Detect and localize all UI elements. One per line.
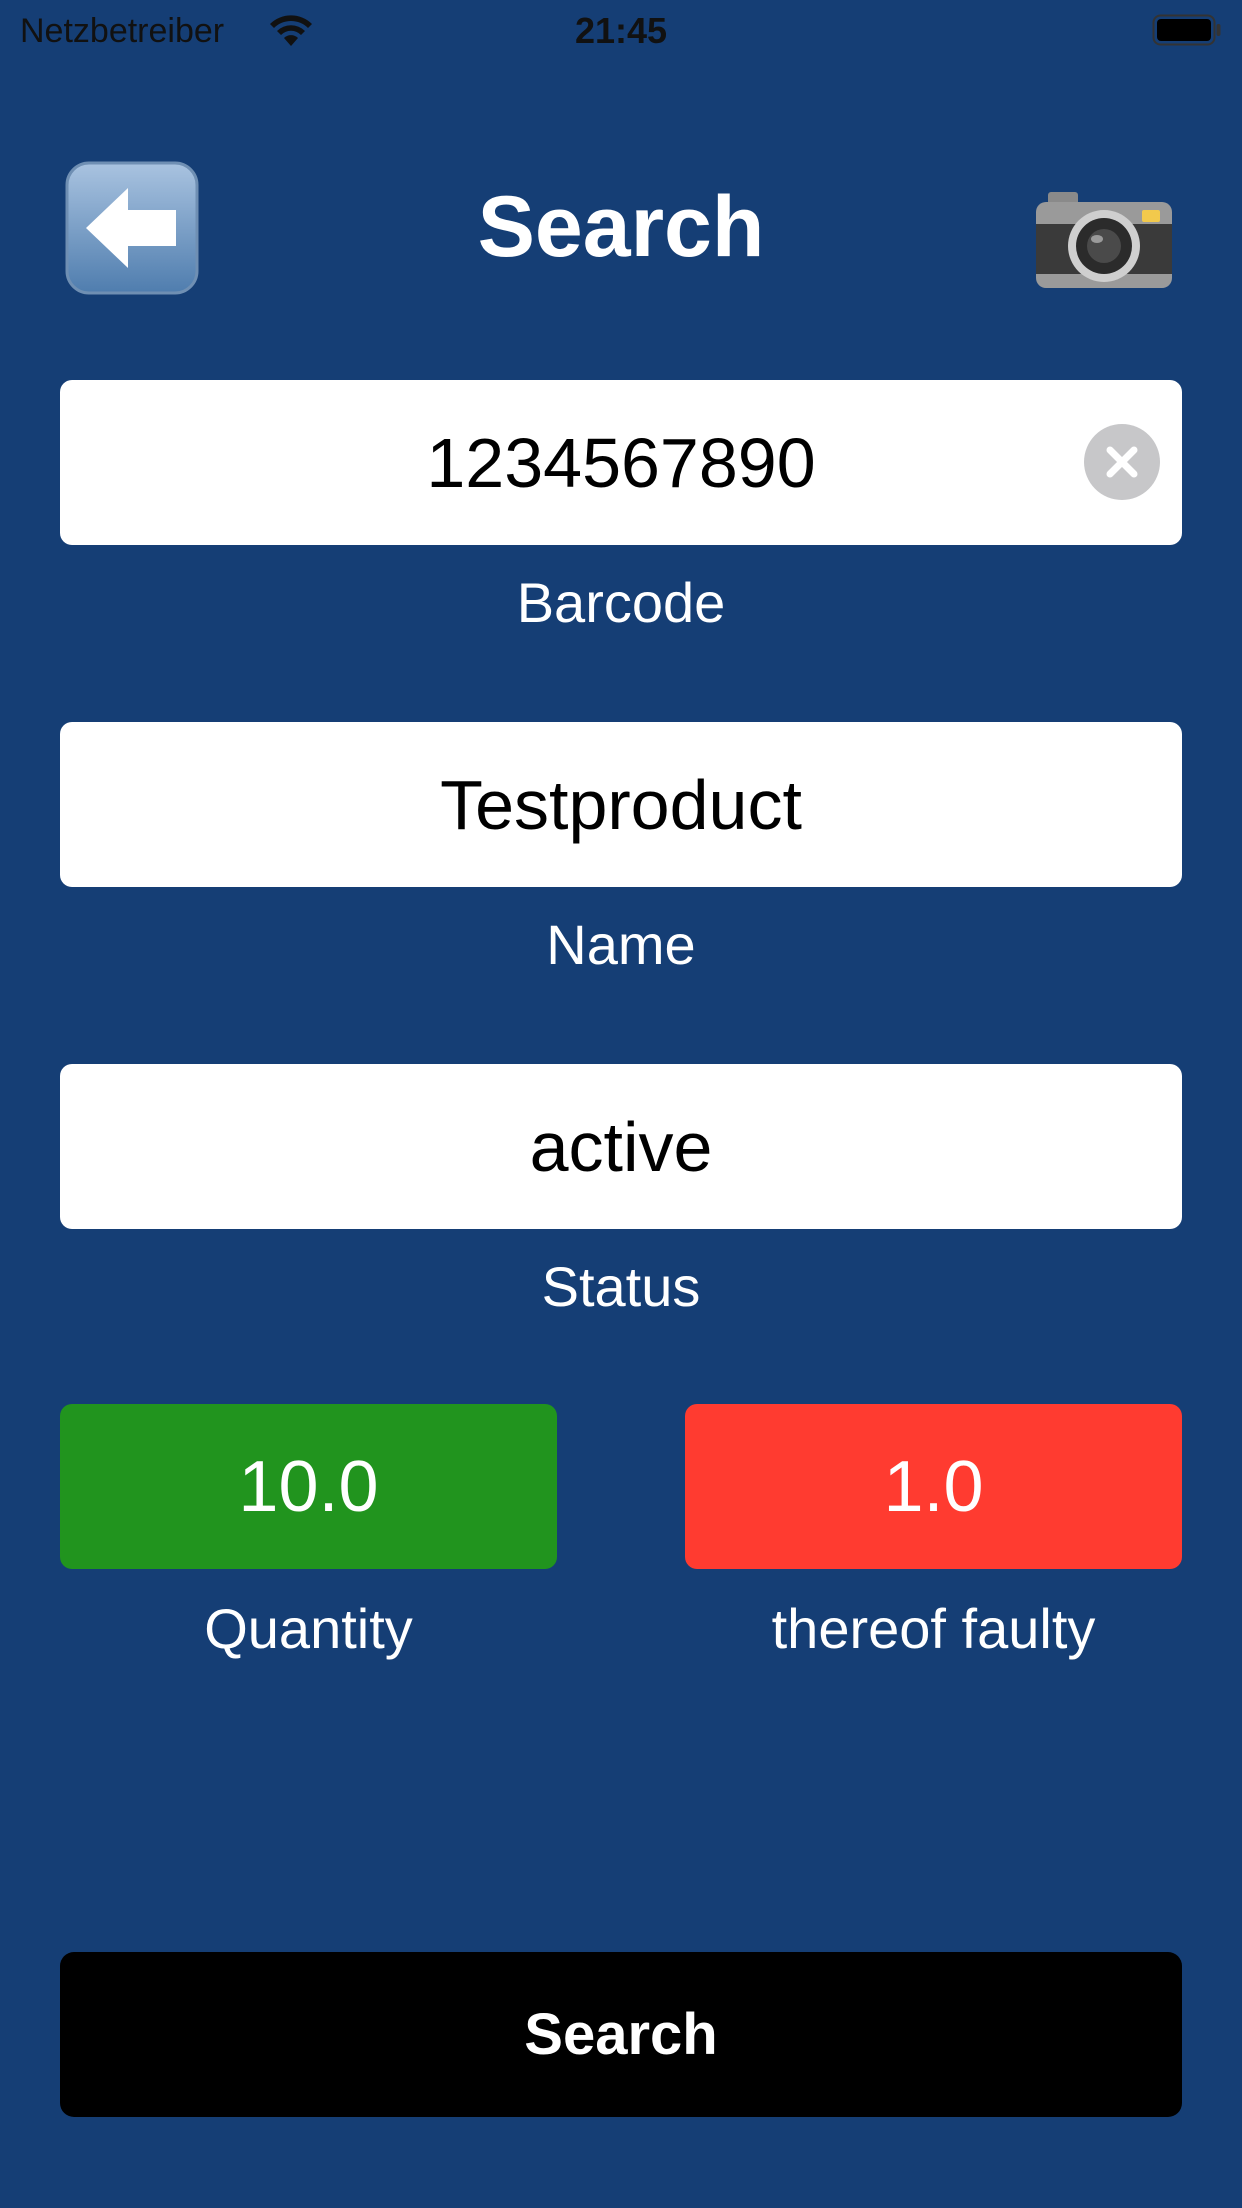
name-label: Name: [546, 913, 696, 976]
faulty-field[interactable]: 1.0: [685, 1404, 1182, 1569]
barcode-value: 1234567890: [426, 423, 816, 502]
quantity-value: 10.0: [238, 1446, 379, 1527]
barcode-field[interactable]: 1234567890: [60, 380, 1182, 545]
search-button[interactable]: Search: [60, 1952, 1182, 2117]
quantity-field[interactable]: 10.0: [60, 1404, 557, 1569]
status-label: Status: [541, 1255, 701, 1318]
barcode-label: Barcode: [516, 571, 726, 634]
clear-icon: [1106, 446, 1138, 478]
faulty-label: thereof faulty: [771, 1597, 1096, 1660]
status-value: active: [529, 1107, 713, 1186]
name-value: Testproduct: [440, 765, 802, 844]
faulty-value: 1.0: [883, 1446, 984, 1527]
status-field[interactable]: active: [60, 1064, 1182, 1229]
name-field[interactable]: Testproduct: [60, 722, 1182, 887]
search-button-label: Search: [524, 2002, 718, 2067]
battery-icon: [1152, 14, 1222, 46]
status-bar: Netzbetreiber 21:45: [0, 0, 1242, 62]
camera-button[interactable]: [1034, 184, 1174, 290]
camera-icon: [1036, 192, 1172, 288]
status-time: 21:45: [574, 10, 668, 51]
clear-button[interactable]: [1084, 424, 1160, 500]
quantity-label: Quantity: [204, 1597, 413, 1660]
